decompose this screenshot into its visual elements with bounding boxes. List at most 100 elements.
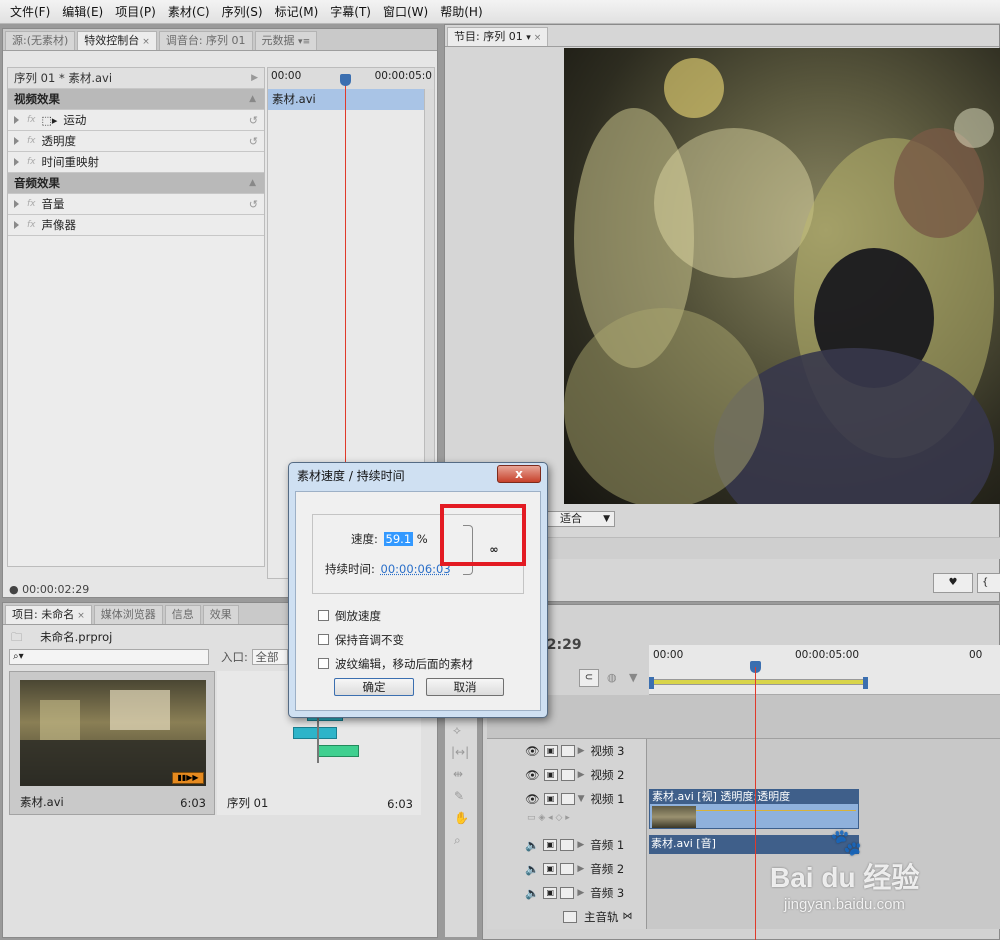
fx-icon[interactable]: fx <box>27 157 36 167</box>
menu-sequence[interactable]: 序列(S) <box>216 0 269 24</box>
tab-menu-icon[interactable]: ▾ <box>526 33 531 43</box>
timeline-ruler[interactable]: 00:00 00:00:05:00 00 <box>649 645 1000 695</box>
expand-icon[interactable] <box>14 158 19 166</box>
in-point-filter[interactable]: 入口: 全部 <box>221 649 288 665</box>
opacity-rubber-band[interactable] <box>696 810 856 811</box>
menu-clip[interactable]: 素材(C) <box>162 0 216 24</box>
speaker-icon[interactable]: 🔈 <box>525 862 539 876</box>
camera-icon[interactable]: ▣ <box>544 769 558 781</box>
speaker-icon[interactable]: 🔈 <box>525 886 539 900</box>
lock-icon[interactable] <box>561 793 575 805</box>
in-dropdown[interactable]: 全部 <box>252 649 288 665</box>
camera-icon[interactable]: ▣ <box>543 887 557 899</box>
track-video-2[interactable]: 👁 ▣ ▶ 视频 2 <box>487 763 1000 787</box>
menu-window[interactable]: 窗口(W) <box>377 0 434 24</box>
bowtie-icon[interactable]: ⋈ <box>623 911 633 922</box>
close-icon[interactable]: × <box>142 37 150 47</box>
pen-tool-icon[interactable]: ✎ <box>454 789 464 803</box>
fit-dropdown[interactable]: 适合 ▼ <box>545 511 615 527</box>
marker-button[interactable]: ♥ <box>933 573 973 593</box>
lock-icon[interactable] <box>561 769 575 781</box>
rate-stretch-tool-icon[interactable]: |↔| <box>451 745 469 759</box>
expand-icon[interactable] <box>14 221 19 229</box>
camera-icon[interactable]: ▣ <box>543 863 557 875</box>
tab-media-browser[interactable]: 媒体浏览器 <box>94 605 163 624</box>
effect-clip-bar[interactable]: 素材.avi <box>268 89 434 110</box>
tab-project[interactable]: 项目: 未命名 × <box>5 605 92 624</box>
expand-icon[interactable]: ▶ <box>578 746 585 756</box>
lock-icon[interactable] <box>563 911 577 923</box>
ripple-edit-tool-icon[interactable]: ⟡ <box>453 723 461 738</box>
close-icon[interactable]: × <box>77 611 85 621</box>
tab-metadata[interactable]: 元数据 ▾≡ <box>255 31 318 50</box>
reset-icon[interactable]: ↺ <box>249 135 258 148</box>
camera-icon[interactable]: ▣ <box>544 793 558 805</box>
in-point-button[interactable]: { <box>977 573 1000 593</box>
video-clip[interactable]: 素材.avi [视] 透明度:透明度 <box>649 789 859 829</box>
lock-icon[interactable] <box>560 863 574 875</box>
project-item-clip[interactable]: ▮▮▶▶ 素材.avi 6:03 <box>9 671 215 815</box>
zoom-tool-icon[interactable]: ⌕ <box>454 833 461 848</box>
hand-tool-icon[interactable]: ✋ <box>454 811 469 825</box>
fx-icon[interactable]: fx <box>27 199 36 209</box>
dialog-close-button[interactable]: x <box>497 465 541 483</box>
close-icon[interactable]: × <box>534 33 542 43</box>
lock-icon[interactable] <box>560 887 574 899</box>
marker-icon[interactable]: ◍ <box>607 671 617 684</box>
effect-time-remap[interactable]: fx 时间重映射 <box>8 152 264 173</box>
speaker-icon[interactable]: 🔈 <box>525 838 539 852</box>
track-video-1[interactable]: 👁 ▣ ▼ 视频 1 ▭ ◈ ◂ ◇ ▸ 素材.avi [视] 透明度:透明度 <box>487 787 1000 833</box>
eye-icon[interactable]: 👁 <box>525 792 540 806</box>
effect-ruler[interactable]: 00:00 00:00:05:0 <box>268 68 434 89</box>
menu-marker[interactable]: 标记(M) <box>269 0 325 24</box>
tab-audio-mixer[interactable]: 调音台: 序列 01 <box>159 31 253 50</box>
camera-icon[interactable]: ▣ <box>543 839 557 851</box>
collapse-icon[interactable]: ▲ <box>249 94 256 104</box>
tab-info[interactable]: 信息 <box>165 605 201 624</box>
cancel-button[interactable]: 取消 <box>426 678 504 696</box>
tab-effects[interactable]: 效果 <box>203 605 239 624</box>
lock-icon[interactable] <box>560 839 574 851</box>
lock-icon[interactable] <box>561 745 575 757</box>
fx-icon[interactable]: fx <box>27 136 36 146</box>
keyframe-nav[interactable]: ▭ ◈ ◂ ◇ ▸ <box>527 813 570 823</box>
menu-project[interactable]: 项目(P) <box>109 0 162 24</box>
playhead-handle[interactable] <box>340 74 351 86</box>
reverse-speed-option[interactable]: 倒放速度 <box>318 608 381 624</box>
expand-icon[interactable] <box>14 200 19 208</box>
menu-file[interactable]: 文件(F) <box>4 0 56 24</box>
expand-icon[interactable]: ▶ <box>577 888 584 898</box>
reset-icon[interactable]: ↺ <box>249 198 258 211</box>
effect-volume[interactable]: fx 音量 ↺ <box>8 194 264 215</box>
snap-button[interactable]: ⊂ <box>579 669 599 687</box>
tab-program[interactable]: 节目: 序列 01 ▾ × <box>447 27 548 46</box>
tab-effect-controls[interactable]: 特效控制台 × <box>77 31 157 50</box>
program-video-frame[interactable] <box>564 48 1000 504</box>
slide-tool-icon[interactable]: ⇹ <box>453 767 463 781</box>
effect-opacity[interactable]: fx 透明度 ↺ <box>8 131 264 152</box>
timeline-playhead-line[interactable] <box>755 667 756 940</box>
marker-pin-icon[interactable]: ▼ <box>629 671 637 684</box>
collapse-icon[interactable]: ▲ <box>249 178 256 188</box>
work-area-start[interactable] <box>649 677 654 689</box>
ripple-edit-option[interactable]: 波纹编辑，移动后面的素材 <box>318 656 473 672</box>
effect-timecode[interactable]: ● 00:00:02:29 <box>9 583 89 596</box>
play-only-icon[interactable]: ▶ <box>251 73 258 83</box>
ripple-edit-checkbox[interactable] <box>318 658 329 669</box>
program-scrub-bar[interactable] <box>545 537 1000 559</box>
menu-edit[interactable]: 编辑(E) <box>56 0 109 24</box>
search-input[interactable]: ⌕▾ <box>9 649 209 665</box>
effect-motion[interactable]: fx ⬚▸ 运动 ↺ <box>8 110 264 131</box>
work-area-bar[interactable] <box>651 679 867 685</box>
expand-icon[interactable]: ▶ <box>577 864 584 874</box>
expand-icon[interactable]: ▶ <box>577 840 584 850</box>
ok-button[interactable]: 确定 <box>334 678 414 696</box>
reverse-speed-checkbox[interactable] <box>318 610 329 621</box>
speed-input[interactable]: 59.1 <box>384 532 414 546</box>
track-video-3[interactable]: 👁 ▣ ▶ 视频 3 <box>487 739 1000 763</box>
menu-help[interactable]: 帮助(H) <box>434 0 488 24</box>
panel-menu-icon[interactable]: ▾≡ <box>298 37 310 47</box>
eye-icon[interactable]: 👁 <box>525 768 540 782</box>
camera-icon[interactable]: ▣ <box>544 745 558 757</box>
expand-icon[interactable] <box>14 137 19 145</box>
